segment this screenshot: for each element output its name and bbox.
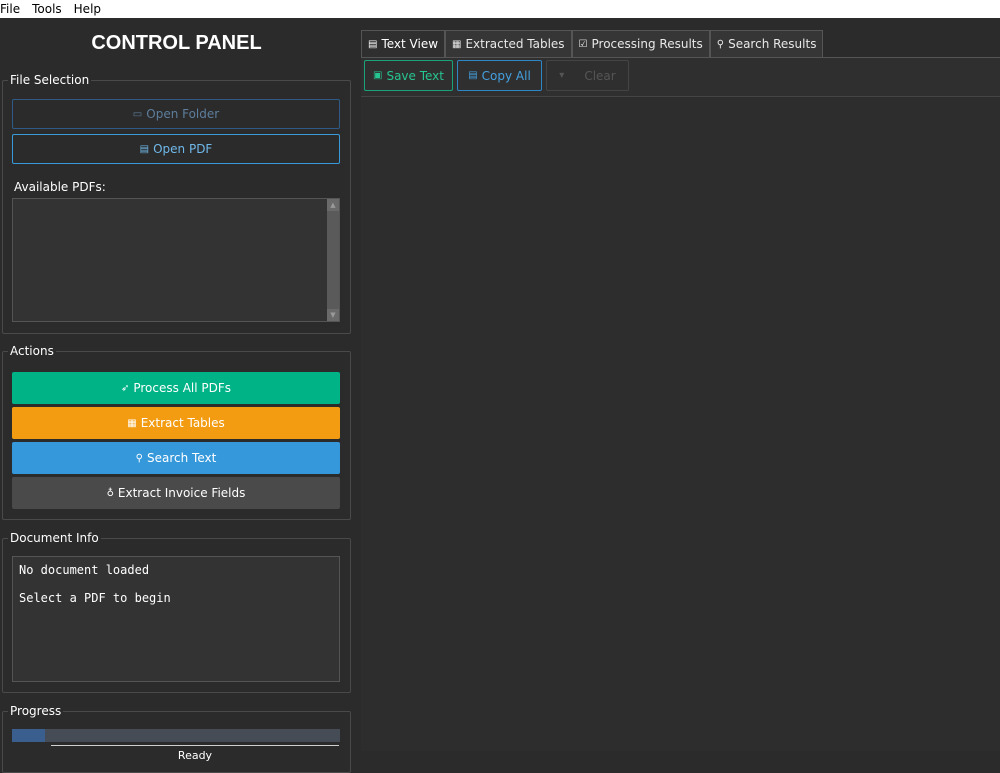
tab-label: Processing Results: [591, 37, 703, 51]
search-text-label: Search Text: [147, 451, 217, 465]
search-text-button[interactable]: ⚲ Search Text: [12, 442, 340, 474]
document-icon: ▤: [368, 38, 378, 50]
open-folder-button[interactable]: ▭ Open Folder: [12, 99, 340, 129]
table-icon: ▦: [127, 417, 137, 429]
menu-tools[interactable]: Tools: [26, 0, 68, 18]
copy-all-label: Copy All: [481, 68, 531, 83]
document-info-group: Document Info No document loaded Select …: [2, 531, 351, 693]
document-icon: ▤: [139, 143, 150, 155]
receipt-icon: ♁: [106, 487, 114, 499]
splitter-handle[interactable]: [353, 18, 361, 750]
clear-label: Clear: [584, 68, 616, 83]
file-selection-group: File Selection ▭ Open Folder ▤ Open PDF …: [2, 73, 351, 334]
progress-bar: [12, 729, 340, 742]
save-text-button[interactable]: ▣ Save Text: [364, 60, 453, 91]
progress-group: Progress Ready: [2, 704, 351, 773]
document-info-text[interactable]: No document loaded Select a PDF to begin: [12, 556, 340, 682]
control-panel: CONTROL PANEL File Selection ▭ Open Fold…: [0, 18, 353, 773]
doc-info-line: No document loaded: [19, 563, 150, 577]
actions-group: Actions ➶ Process All PDFs ▦ Extract Tab…: [2, 344, 351, 520]
table-icon: ▦: [452, 38, 462, 50]
extract-invoice-fields-button[interactable]: ♁ Extract Invoice Fields: [12, 477, 340, 509]
progress-fill: [12, 729, 45, 742]
tab-text-view[interactable]: ▤ Text View: [361, 30, 446, 57]
extracted-text-area[interactable]: [361, 97, 1000, 751]
tab-search-results[interactable]: ⚲ Search Results: [709, 30, 824, 57]
search-icon: ⚲: [135, 452, 143, 464]
scroll-up-arrow-icon[interactable]: ▲: [327, 199, 339, 211]
listbox-scrollbar[interactable]: ▲ ▼: [327, 199, 339, 321]
save-text-label: Save Text: [386, 68, 444, 83]
tab-processing-results[interactable]: ☑ Processing Results: [571, 30, 710, 57]
save-icon: ▣: [373, 70, 383, 81]
rocket-icon: ➶: [120, 382, 130, 394]
process-all-label: Process All PDFs: [133, 381, 232, 395]
trash-icon: ▾: [559, 70, 565, 81]
file-selection-legend: File Selection: [8, 73, 92, 87]
pdf-listbox[interactable]: ▲ ▼: [12, 198, 340, 322]
open-pdf-label: Open PDF: [153, 142, 213, 156]
control-panel-title: CONTROL PANEL: [91, 32, 262, 54]
tab-label: Search Results: [728, 37, 817, 51]
clear-button[interactable]: ▾ Clear: [546, 60, 629, 91]
open-folder-label: Open Folder: [146, 107, 220, 121]
process-all-pdfs-button[interactable]: ➶ Process All PDFs: [12, 372, 340, 404]
extract-tables-button[interactable]: ▦ Extract Tables: [12, 407, 340, 439]
folder-icon: ▭: [132, 108, 143, 120]
copy-all-button[interactable]: ▤ Copy All: [457, 60, 542, 91]
text-toolbar: ▣ Save Text ▤ Copy All ▾ Clear: [361, 58, 1000, 97]
scroll-down-arrow-icon[interactable]: ▼: [327, 309, 339, 321]
extract-tables-label: Extract Tables: [140, 416, 225, 430]
tab-bar: ▤ Text View ▦ Extracted Tables ☑ Process…: [361, 30, 824, 57]
progress-status: Ready: [51, 745, 339, 762]
actions-legend: Actions: [8, 344, 56, 358]
clipboard-icon: ▤: [468, 70, 478, 81]
available-pdfs-label: Available PDFs:: [14, 180, 106, 194]
menubar: File Tools Help: [0, 0, 1000, 18]
document-info-legend: Document Info: [8, 531, 101, 545]
open-pdf-button[interactable]: ▤ Open PDF: [12, 134, 340, 164]
menu-file[interactable]: File: [0, 0, 26, 18]
tab-label: Text View: [381, 37, 439, 51]
tab-label: Extracted Tables: [465, 37, 565, 51]
doc-info-line: Select a PDF to begin: [19, 591, 171, 605]
checkbox-icon: ☑: [578, 38, 588, 50]
text-view-pane: ▣ Save Text ▤ Copy All ▾ Clear: [361, 57, 1000, 751]
search-icon: ⚲: [716, 38, 725, 50]
menu-help[interactable]: Help: [68, 0, 107, 18]
extract-invoice-label: Extract Invoice Fields: [117, 486, 246, 500]
progress-legend: Progress: [8, 704, 64, 718]
tab-extracted-tables[interactable]: ▦ Extracted Tables: [445, 30, 572, 57]
